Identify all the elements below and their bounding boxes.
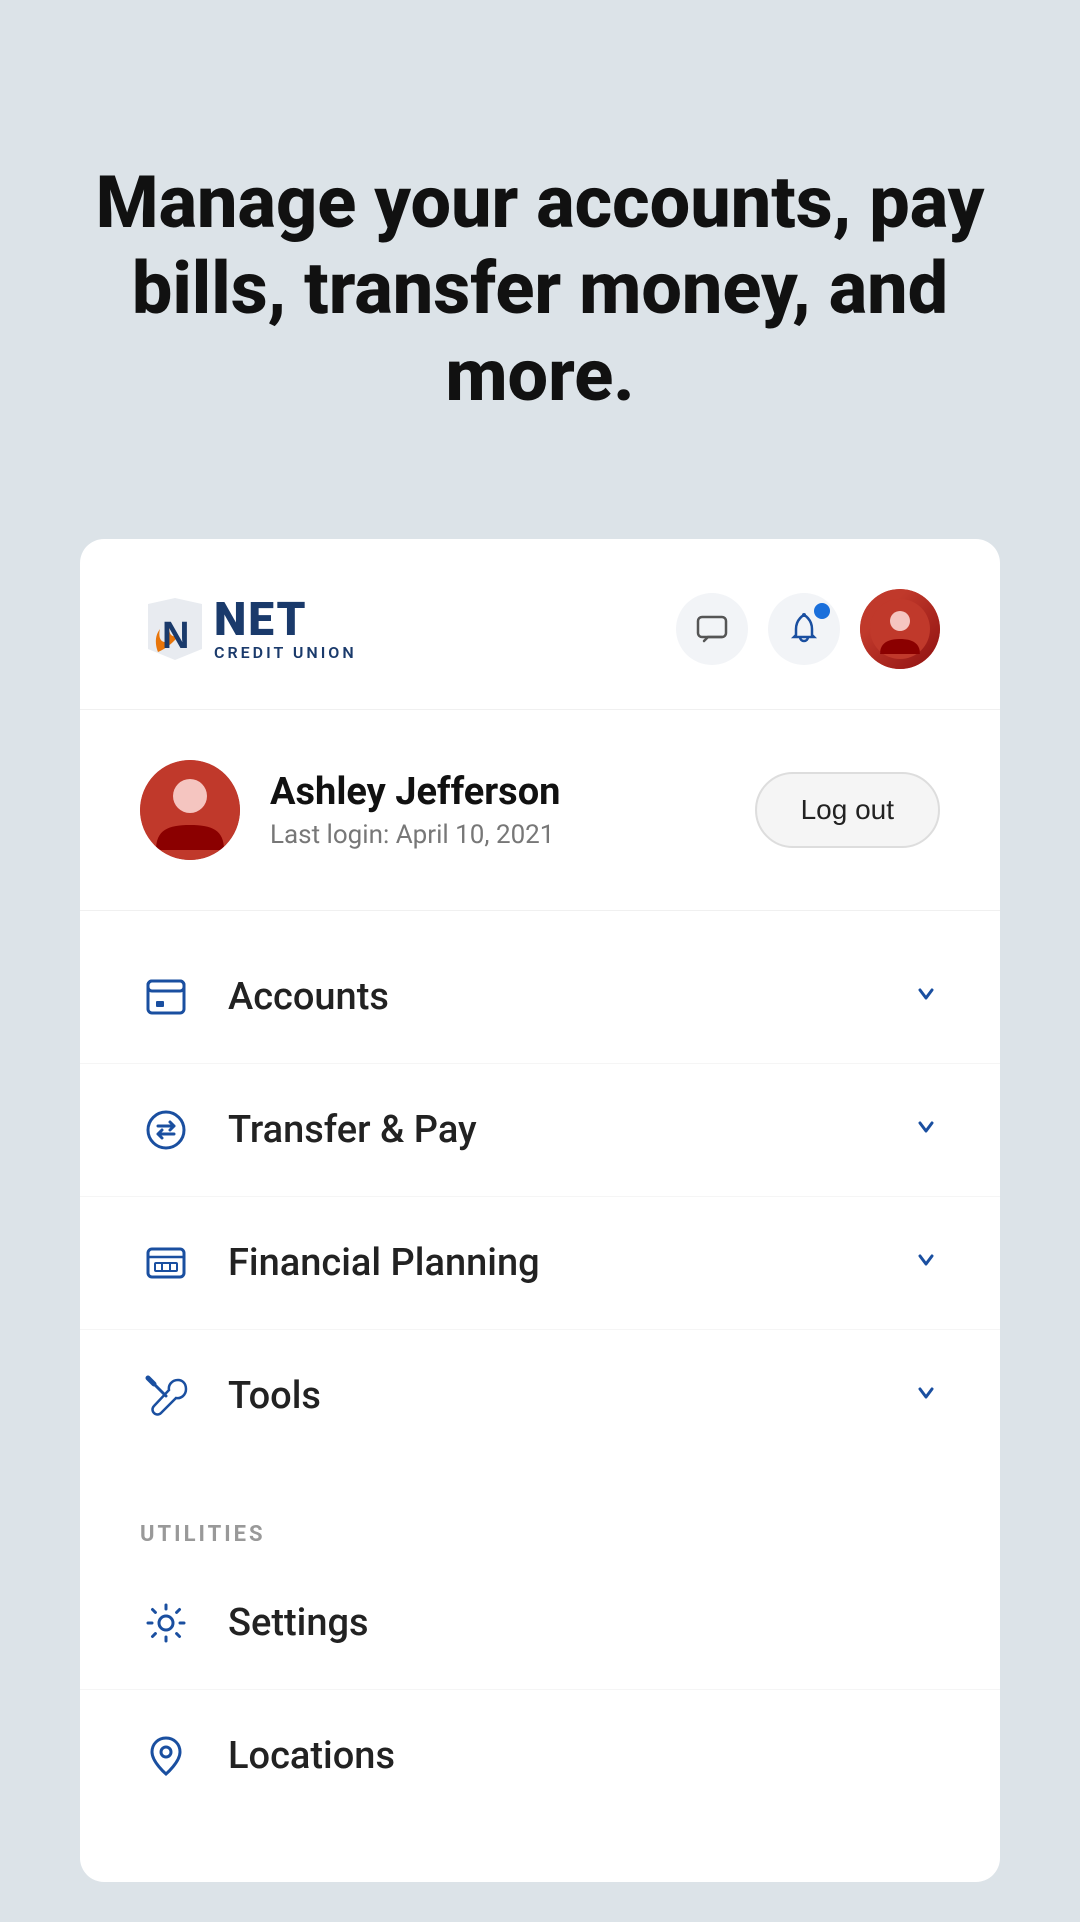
accounts-icon (140, 971, 192, 1023)
locations-label: Locations (228, 1734, 395, 1778)
financial-icon (140, 1237, 192, 1289)
menu-item-transfer-left: Transfer & Pay (140, 1104, 477, 1156)
menu-item-transfer-pay[interactable]: Transfer & Pay (80, 1064, 1000, 1197)
menu-item-locations[interactable]: Locations (80, 1690, 1000, 1822)
menu-list: Accounts Transfer & Pay (80, 911, 1000, 1482)
menu-item-accounts[interactable]: Accounts (80, 931, 1000, 1064)
user-name: Ashley Jefferson (270, 770, 560, 814)
menu-item-locations-left: Locations (140, 1730, 395, 1782)
tools-chevron (912, 1379, 940, 1414)
user-avatar-svg (140, 760, 240, 860)
accounts-chevron (912, 980, 940, 1015)
menu-item-settings[interactable]: Settings (80, 1557, 1000, 1690)
financial-chevron (912, 1246, 940, 1281)
user-avatar (140, 760, 240, 860)
menu-item-financial-left: Financial Planning (140, 1237, 540, 1289)
transfer-label: Transfer & Pay (228, 1108, 477, 1152)
card-header: N NET CREDIT UNION (80, 539, 1000, 710)
notification-dot (814, 603, 830, 619)
svg-text:N: N (162, 615, 189, 657)
logo-text: NET CREDIT UNION (214, 597, 357, 662)
chat-button[interactable] (676, 593, 748, 665)
chat-icon (694, 611, 730, 647)
settings-icon (140, 1597, 192, 1649)
menu-item-tools[interactable]: Tools (80, 1330, 1000, 1462)
last-login: Last login: April 10, 2021 (270, 820, 560, 850)
menu-item-accounts-left: Accounts (140, 971, 389, 1023)
user-section: Ashley Jefferson Last login: April 10, 2… (80, 710, 1000, 911)
logo-sub-text: CREDIT UNION (214, 643, 357, 662)
utilities-label: UTILITIES (80, 1502, 1000, 1557)
main-card: N NET CREDIT UNION (80, 539, 1000, 1882)
settings-label: Settings (228, 1601, 369, 1645)
user-details: Ashley Jefferson Last login: April 10, 2… (270, 770, 560, 850)
bell-button[interactable] (768, 593, 840, 665)
transfer-icon (140, 1104, 192, 1156)
tools-icon (140, 1370, 192, 1422)
logo-area: N NET CREDIT UNION (140, 594, 357, 664)
user-info: Ashley Jefferson Last login: April 10, 2… (140, 760, 560, 860)
accounts-label: Accounts (228, 975, 389, 1019)
logout-button[interactable]: Log out (755, 772, 940, 848)
header-avatar (860, 589, 940, 669)
logo-graphic: N (140, 594, 210, 664)
location-icon (140, 1730, 192, 1782)
menu-item-settings-left: Settings (140, 1597, 369, 1649)
menu-item-financial-planning[interactable]: Financial Planning (80, 1197, 1000, 1330)
tools-label: Tools (228, 1374, 321, 1418)
logo-net-text: NET (214, 597, 357, 643)
header-actions (676, 589, 940, 669)
header-avatar-button[interactable] (860, 589, 940, 669)
transfer-chevron (912, 1113, 940, 1148)
menu-item-tools-left: Tools (140, 1370, 321, 1422)
hero-section: Manage your accounts, pay bills, transfe… (0, 0, 1080, 539)
avatar-svg (870, 599, 930, 659)
utilities-section: UTILITIES Settings (80, 1482, 1000, 1822)
hero-title: Manage your accounts, pay bills, transfe… (80, 160, 1000, 419)
financial-label: Financial Planning (228, 1241, 540, 1285)
